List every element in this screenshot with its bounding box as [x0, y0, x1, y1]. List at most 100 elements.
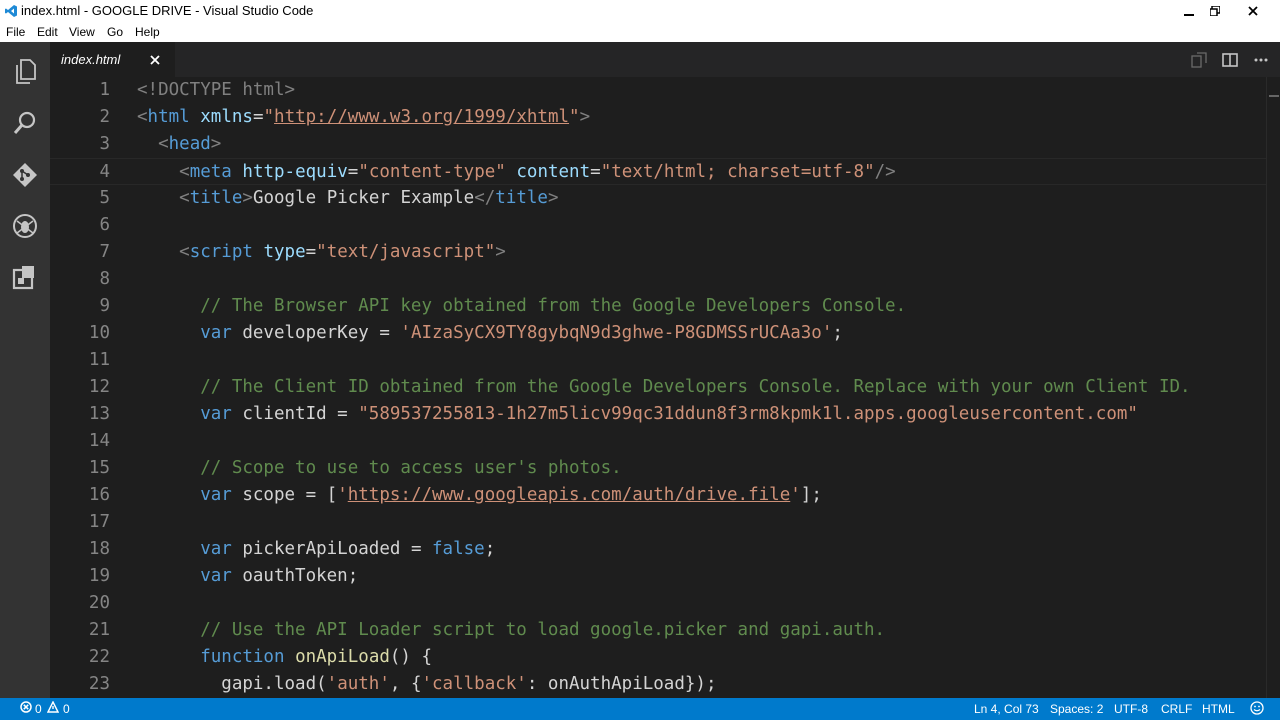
- more-actions-icon[interactable]: [1252, 51, 1270, 69]
- code-line[interactable]: 2 <html xmlns="http://www.w3.org/1999/xht…: [50, 104, 1266, 131]
- code-line[interactable]: 10 var developerKey = 'AIzaSyCX9TY8gybqN…: [50, 320, 1266, 347]
- code-token: head: [168, 134, 211, 154]
- code-line[interactable]: 13 var clientId = "589537255813-1h27m5li…: [50, 401, 1266, 428]
- code-token: var: [200, 485, 232, 505]
- code-token: ": [569, 107, 580, 127]
- extensions-icon[interactable]: [10, 262, 40, 292]
- menu-help[interactable]: Help: [135, 25, 160, 39]
- menu-edit[interactable]: Edit: [37, 25, 58, 39]
- code-token: var: [200, 323, 232, 343]
- cursor-position[interactable]: Ln 4, Col 73: [974, 702, 1039, 716]
- code-text: // Scope to use to access user's photos.: [137, 455, 621, 482]
- code-line[interactable]: 21 // Use the API Loader script to load …: [50, 617, 1266, 644]
- code-line[interactable]: 8: [50, 266, 1266, 293]
- code-line[interactable]: 7 <script type="text/javascript">: [50, 239, 1266, 266]
- code-line[interactable]: 9 // The Browser API key obtained from t…: [50, 293, 1266, 320]
- code-token: meta: [189, 162, 232, 182]
- error-icon[interactable]: [20, 701, 32, 716]
- line-number: 11: [88, 350, 110, 370]
- smiley-feedback-icon[interactable]: [1250, 701, 1264, 718]
- code-line[interactable]: 5 <title>Google Picker Example</title>: [50, 185, 1266, 212]
- code-text: var oauthToken;: [137, 563, 358, 590]
- close-window-button[interactable]: [1238, 0, 1268, 22]
- files-icon[interactable]: [10, 57, 40, 87]
- code-line[interactable]: 12 // The Client ID obtained from the Go…: [50, 374, 1266, 401]
- code-text: // Use the API Loader script to load goo…: [137, 617, 885, 644]
- code-token: <: [137, 107, 148, 127]
- code-line[interactable]: 4 <meta http-equiv="content-type" conten…: [50, 158, 1266, 185]
- code-token: ;: [484, 539, 496, 559]
- search-icon[interactable]: [10, 108, 40, 138]
- code-line[interactable]: 18 var pickerApiLoaded = false;: [50, 536, 1266, 563]
- activity-bar: [0, 42, 50, 698]
- open-changes-icon[interactable]: [1190, 51, 1208, 69]
- line-number: 16: [88, 485, 110, 505]
- code-line[interactable]: 1 <!DOCTYPE html>: [50, 77, 1266, 104]
- warning-count[interactable]: 0: [63, 702, 70, 716]
- code-text: <!DOCTYPE html>: [137, 77, 295, 104]
- code-text: var clientId = "589537255813-1h27m5licv9…: [137, 401, 1138, 428]
- code-token: =: [252, 107, 264, 127]
- code-line[interactable]: 14: [50, 428, 1266, 455]
- code-line[interactable]: 11: [50, 347, 1266, 374]
- indentation-status[interactable]: Spaces: 2: [1050, 702, 1103, 716]
- menu-view[interactable]: View: [69, 25, 95, 39]
- menu-file[interactable]: File: [6, 25, 25, 39]
- code-token: <: [179, 242, 190, 262]
- error-count[interactable]: 0: [35, 702, 42, 716]
- code-text: function onApiLoad() {: [137, 644, 432, 671]
- code-line[interactable]: 19 var oauthToken;: [50, 563, 1266, 590]
- language-mode[interactable]: HTML: [1202, 702, 1235, 716]
- code-token: >: [547, 188, 559, 208]
- line-number: 5: [99, 188, 110, 208]
- code-editor[interactable]: 1 <!DOCTYPE html> 2 <html xmlns="http://www…: [50, 77, 1266, 698]
- code-token: Google Picker Example: [252, 188, 475, 208]
- maximize-button[interactable]: [1200, 0, 1230, 22]
- close-icon[interactable]: [148, 52, 162, 66]
- code-token: xmlns: [200, 107, 253, 127]
- title-bar: index.html - GOOGLE DRIVE - Visual Studi…: [0, 0, 1280, 22]
- line-number: 2: [99, 107, 110, 127]
- git-icon[interactable]: [10, 160, 40, 190]
- code-line[interactable]: 23 gapi.load('auth', {'callback': onAuth…: [50, 671, 1266, 698]
- code-token: var: [200, 539, 232, 559]
- code-token: ': [337, 485, 348, 505]
- code-text: <script type="text/javascript">: [137, 239, 506, 266]
- code-token: />: [874, 162, 896, 182]
- code-line[interactable]: 20: [50, 590, 1266, 617]
- line-number: 8: [99, 269, 110, 289]
- warning-icon[interactable]: [46, 700, 60, 716]
- code-line[interactable]: 15 // Scope to use to access user's phot…: [50, 455, 1266, 482]
- line-number: 4: [99, 162, 110, 182]
- menu-go[interactable]: Go: [107, 25, 123, 39]
- code-line[interactable]: 22 function onApiLoad() {: [50, 644, 1266, 671]
- line-number: 13: [88, 404, 110, 424]
- code-token: =: [305, 242, 317, 262]
- overview-ruler[interactable]: [1266, 77, 1280, 698]
- code-line[interactable]: 6: [50, 212, 1266, 239]
- eol-status[interactable]: CRLF: [1161, 702, 1192, 716]
- code-token: https://www.googleapis.com/auth/drive.fi…: [347, 485, 791, 505]
- code-token: scope = [: [231, 485, 338, 505]
- code-token: <: [179, 188, 190, 208]
- code-line[interactable]: 17: [50, 509, 1266, 536]
- code-line[interactable]: 16 var scope = ['https://www.googleapis.…: [50, 482, 1266, 509]
- code-token: "content-type": [358, 162, 506, 182]
- encoding-status[interactable]: UTF-8: [1114, 702, 1148, 716]
- line-number: 3: [99, 134, 110, 154]
- tab-index-html[interactable]: index.html: [50, 42, 175, 77]
- code-line[interactable]: 3 <head>: [50, 131, 1266, 158]
- split-editor-icon[interactable]: [1221, 51, 1239, 69]
- code-token: >: [579, 107, 591, 127]
- code-token: >: [242, 188, 253, 208]
- debug-icon[interactable]: [10, 211, 40, 241]
